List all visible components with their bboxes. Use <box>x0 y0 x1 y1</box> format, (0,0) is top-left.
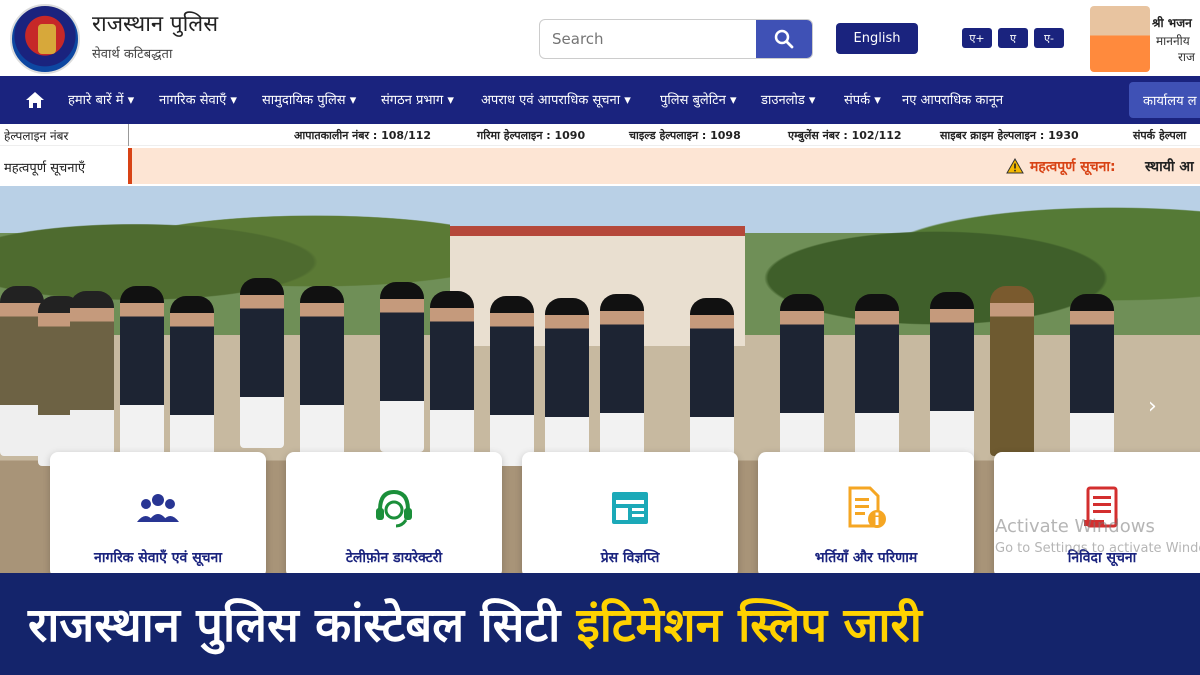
office-login-button[interactable]: कार्यालय ल <box>1129 82 1200 118</box>
nav-item-about[interactable]: हमारे बारें में ▾ <box>68 90 134 108</box>
parade-member <box>430 291 474 461</box>
card-label: भर्तियाँ और परिणाम <box>814 550 918 566</box>
notice-title: महत्वपूर्ण सूचना: <box>1030 159 1116 175</box>
nav-item-contact[interactable]: संपर्क ▾ <box>844 90 881 108</box>
parade-member <box>170 296 214 466</box>
headline-banner: राजस्थान पुलिस कांस्टेबल सिटी इंटिमेशन स… <box>0 573 1200 675</box>
search-input[interactable] <box>540 20 758 58</box>
search-button[interactable] <box>756 20 812 58</box>
headset-icon <box>376 489 412 528</box>
card-label: नागरिक सेवाएँ एवं सूचना <box>94 550 222 566</box>
parade-member <box>120 286 164 456</box>
helpline-emergency[interactable]: आपातकालीन नंबर : 108/112 <box>294 128 431 143</box>
notice-text[interactable]: स्थायी आ <box>1145 157 1194 176</box>
card-citizen-services[interactable]: नागरिक सेवाएँ एवं सूचना <box>50 452 266 578</box>
language-toggle-button[interactable]: English <box>836 23 918 54</box>
parade-member <box>1070 294 1114 464</box>
site-header: राजस्थान पुलिस सेवार्थ कटिबद्धता English… <box>0 0 1200 76</box>
site-tagline: सेवार्थ कटिबद्धता <box>92 47 173 62</box>
card-recruitment-results[interactable]: भर्तियाँ और परिणाम <box>758 452 974 578</box>
card-tender-notice[interactable]: निविदा सूचना <box>994 452 1200 578</box>
warning-icon <box>1006 158 1024 174</box>
search-box <box>539 19 813 59</box>
helpline-label: हेल्पलाइन नंबर <box>4 129 69 143</box>
chief-minister-state: राज <box>1178 50 1195 64</box>
helpline-garima[interactable]: गरिमा हेल्पलाइन : 1090 <box>477 128 585 143</box>
helpline-bar: हेल्पलाइन नंबर आपातकालीन नंबर : 108/112 … <box>0 124 1200 146</box>
site-title[interactable]: राजस्थान पुलिस <box>92 8 218 38</box>
rajasthan-police-logo[interactable] <box>10 4 80 74</box>
divider <box>128 124 129 146</box>
parade-officer <box>990 286 1034 456</box>
nav-item-police-bulletin[interactable]: पुलिस बुलेटिन ▾ <box>660 90 737 108</box>
document-info-icon <box>848 486 886 528</box>
card-telephone-directory[interactable]: टेलीफ़ोन डायरेक्टरी <box>286 452 502 578</box>
helpline-ambulance[interactable]: एम्बुलेंस नंबर : 102/112 <box>788 128 902 143</box>
parade-member <box>240 278 284 448</box>
card-press-release[interactable]: प्रेस विज्ञप्ति <box>522 452 738 578</box>
headline-yellow-part: इंटिमेशन स्लिप जारी <box>576 598 922 653</box>
parade-member <box>855 294 899 464</box>
parade-member <box>490 296 534 466</box>
font-decrease-button[interactable]: ए- <box>1034 28 1064 48</box>
chief-minister-name: श्री भजन <box>1152 16 1192 30</box>
font-normal-button[interactable]: ए <box>998 28 1028 48</box>
search-icon <box>774 29 794 49</box>
parade-member <box>930 292 974 462</box>
parade-member <box>780 294 824 464</box>
trees <box>760 206 1200 326</box>
notice-bar: महत्वपूर्ण सूचनाएँ महत्वपूर्ण सूचना: स्थ… <box>0 146 1200 186</box>
nav-item-community-police[interactable]: सामुदायिक पुलिस ▾ <box>262 90 356 108</box>
nav-item-download[interactable]: डाउनलोड ▾ <box>761 90 815 108</box>
notice-label: महत्वपूर्ण सूचनाएँ <box>4 161 86 176</box>
people-group-icon <box>137 494 179 522</box>
parade-member <box>690 298 734 468</box>
parade-member <box>545 298 589 468</box>
chief-minister-role: माननीय <box>1156 34 1190 48</box>
parade-member <box>600 294 644 464</box>
card-label: प्रेस विज्ञप्ति <box>600 550 660 566</box>
nav-item-organization[interactable]: संगठन प्रभाग ▾ <box>381 90 454 108</box>
nav-item-crime-info[interactable]: अपराध एवं आपराधिक सूचना ▾ <box>481 90 631 108</box>
newspaper-icon <box>612 492 648 524</box>
parade-member <box>70 291 114 461</box>
carousel-next-arrow[interactable]: › <box>1148 394 1157 419</box>
windows-activation-watermark-sub: Go to Settings to activate Windo <box>995 541 1200 556</box>
nav-item-citizen-services[interactable]: नागरिक सेवाएँ ▾ <box>159 90 237 108</box>
windows-activation-watermark: Activate Windows <box>995 516 1155 537</box>
card-label: टेलीफ़ोन डायरेक्टरी <box>345 550 443 566</box>
parade-member <box>380 282 424 452</box>
helpline-contact[interactable]: संपर्क हेल्पला <box>1133 128 1186 143</box>
chief-minister-photo <box>1090 6 1150 72</box>
home-icon[interactable] <box>24 89 46 111</box>
font-increase-button[interactable]: ए+ <box>962 28 992 48</box>
main-navigation: हमारे बारें में ▾ नागरिक सेवाएँ ▾ सामुदा… <box>0 76 1200 124</box>
headline-white-part: राजस्थान पुलिस कांस्टेबल सिटी <box>28 598 561 653</box>
helpline-child[interactable]: चाइल्ड हेल्पलाइन : 1098 <box>629 128 741 143</box>
helpline-cyber-crime[interactable]: साइबर क्राइम हेल्पलाइन : 1930 <box>940 128 1079 143</box>
parade-member <box>300 286 344 456</box>
nav-item-new-criminal-laws[interactable]: नए आपराधिक कानून <box>902 90 1003 108</box>
headline-text: राजस्थान पुलिस कांस्टेबल सिटी इंटिमेशन स… <box>28 591 922 655</box>
